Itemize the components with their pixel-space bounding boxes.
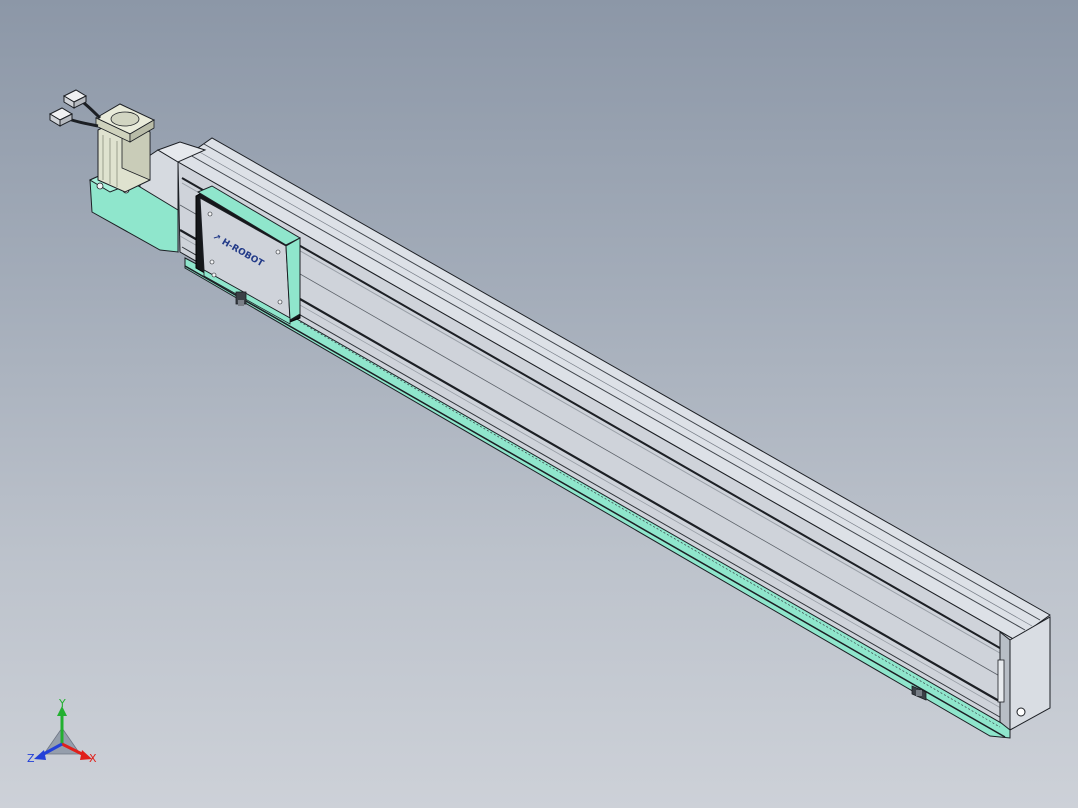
motor-cables[interactable] <box>48 89 102 128</box>
main-extrusion[interactable] <box>177 137 1051 729</box>
stepper-motor[interactable] <box>94 103 156 193</box>
triad-x-label: X <box>89 752 97 765</box>
connector-lower-icon[interactable] <box>48 107 74 127</box>
view-triad[interactable]: Y X Z <box>27 697 97 765</box>
triad-z-label: Z <box>27 752 35 765</box>
base-rail[interactable] <box>184 257 1011 739</box>
triad-y-label: Y <box>58 697 66 710</box>
graphics-viewport[interactable]: ↗ H-ROBOT Y X Z <box>0 0 1078 808</box>
connector-upper-icon[interactable] <box>62 89 88 109</box>
cad-model-view[interactable]: ↗ H-ROBOT Y X Z <box>0 0 1078 808</box>
